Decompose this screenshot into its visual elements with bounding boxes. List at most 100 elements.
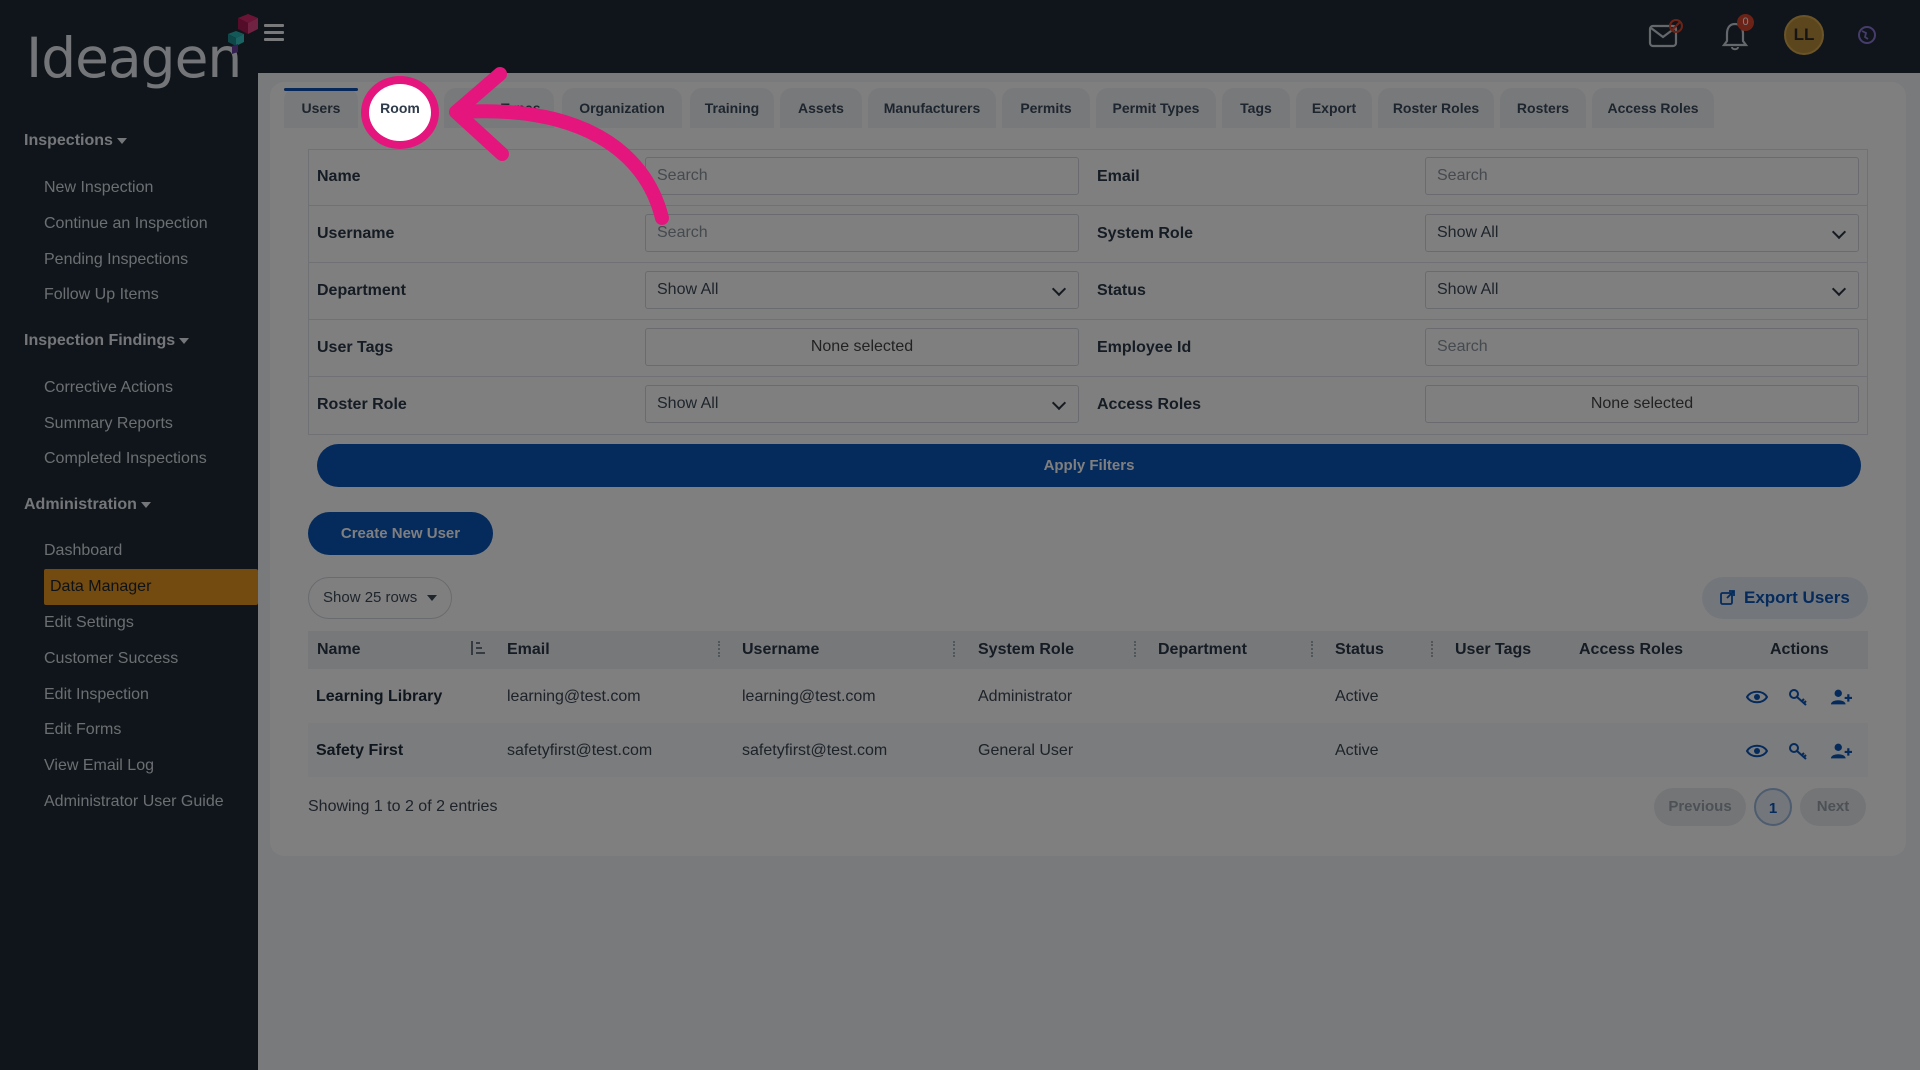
tab-training[interactable]: Training <box>690 88 774 128</box>
user-name-cell[interactable]: Learning Library <box>316 688 442 706</box>
table-info-text: Showing 1 to 2 of 2 entries <box>308 798 498 815</box>
nav-continue-inspection[interactable]: Continue an Inspection <box>44 215 208 233</box>
room-tab-highlighted-label[interactable]: Room <box>361 100 439 116</box>
chevron-down-icon <box>1051 281 1067 297</box>
next-page-button[interactable]: Next <box>1800 788 1866 826</box>
sort-icon[interactable] <box>953 641 956 657</box>
name-search-input[interactable]: Search <box>645 157 1079 195</box>
tab-permit-types[interactable]: Permit Types <box>1096 88 1216 128</box>
user-tags-filter-label: User Tags <box>317 339 394 356</box>
section-label: Inspection Findings <box>24 332 176 349</box>
sort-icon[interactable] <box>1311 641 1314 657</box>
section-inspection-findings[interactable]: Inspection Findings <box>24 332 190 350</box>
section-label: Inspections <box>24 132 113 149</box>
rows-per-page-select[interactable]: Show 25 rows <box>308 577 452 619</box>
mail-icon[interactable] <box>1648 18 1684 50</box>
user-email-cell: learning@test.com <box>507 688 641 705</box>
select-value: Show All <box>657 395 719 412</box>
sort-icon[interactable] <box>1431 641 1434 657</box>
column-header-username[interactable]: Username <box>742 631 819 669</box>
caret-down-icon <box>427 595 438 602</box>
nav-view-email-log[interactable]: View Email Log <box>44 757 154 775</box>
nav-pending-inspections[interactable]: Pending Inspections <box>44 251 188 269</box>
email-search-input[interactable]: Search <box>1425 157 1859 195</box>
globe-icon[interactable] <box>1856 24 1878 46</box>
nav-customer-success[interactable]: Customer Success <box>44 650 178 668</box>
sort-icon[interactable] <box>1134 641 1137 657</box>
select-value: Show All <box>1437 224 1499 241</box>
department-select[interactable]: Show All <box>645 271 1079 309</box>
previous-page-button[interactable]: Previous <box>1654 788 1746 826</box>
nav-edit-settings[interactable]: Edit Settings <box>44 614 134 632</box>
apply-filters-button[interactable]: Apply Filters <box>317 444 1861 487</box>
rows-select-label: Show 25 rows <box>323 589 418 606</box>
notification-badge: 0 <box>1737 14 1754 31</box>
user-plus-icon[interactable] <box>1830 742 1852 760</box>
hamburger-menu-icon[interactable] <box>264 24 284 42</box>
tab-export[interactable]: Export <box>1296 88 1372 128</box>
nav-admin-user-guide[interactable]: Administrator User Guide <box>44 793 224 811</box>
key-icon[interactable] <box>1788 688 1810 706</box>
tab-rosters[interactable]: Rosters <box>1500 88 1586 128</box>
tab-access-roles[interactable]: Access Roles <box>1592 88 1714 128</box>
column-header-status[interactable]: Status <box>1335 631 1384 669</box>
caret-down-icon <box>140 501 151 508</box>
tab-tags[interactable]: Tags <box>1222 88 1290 128</box>
nav-completed-inspections[interactable]: Completed Inspections <box>44 450 207 468</box>
external-link-icon <box>1720 590 1735 605</box>
export-users-button[interactable]: Export Users <box>1702 577 1868 619</box>
logo-cubes-icon <box>228 14 258 54</box>
chevron-down-icon <box>1831 281 1847 297</box>
email-filter-label: Email <box>1097 168 1140 185</box>
nav-new-inspection[interactable]: New Inspection <box>44 179 153 197</box>
create-new-user-button[interactable]: Create New User <box>308 512 493 555</box>
nav-dashboard[interactable]: Dashboard <box>44 542 122 560</box>
tab-roster-roles[interactable]: Roster Roles <box>1378 88 1494 128</box>
roster-role-filter-label: Roster Role <box>317 396 407 413</box>
tab-manufacturers[interactable]: Manufacturers <box>868 88 996 128</box>
pointer-arrow-icon <box>449 67 669 225</box>
key-icon[interactable] <box>1788 742 1810 760</box>
user-tags-multiselect[interactable]: None selected <box>645 328 1079 366</box>
status-select[interactable]: Show All <box>1425 271 1859 309</box>
employee-id-search-input[interactable]: Search <box>1425 328 1859 366</box>
select-value: Show All <box>657 281 719 298</box>
user-status-cell: Active <box>1335 688 1379 705</box>
ideagen-logo[interactable]: Ideagen <box>26 14 258 90</box>
caret-down-icon <box>116 137 127 144</box>
nav-corrective-actions[interactable]: Corrective Actions <box>44 379 173 397</box>
name-filter-label: Name <box>317 168 361 185</box>
system-role-select[interactable]: Show All <box>1425 214 1859 252</box>
page-1-button[interactable]: 1 <box>1754 788 1792 826</box>
tab-assets[interactable]: Assets <box>780 88 862 128</box>
username-search-input[interactable]: Search <box>645 214 1079 252</box>
select-value: Show All <box>1437 281 1499 298</box>
column-header-department[interactable]: Department <box>1158 631 1247 669</box>
view-eye-icon[interactable] <box>1746 688 1768 706</box>
employee-id-filter-label: Employee Id <box>1097 339 1192 356</box>
column-header-system-role[interactable]: System Role <box>978 631 1074 669</box>
nav-summary-reports[interactable]: Summary Reports <box>44 415 173 433</box>
nav-data-manager[interactable]: Data Manager <box>44 569 258 605</box>
avatar[interactable]: LL <box>1784 15 1824 55</box>
tab-permits[interactable]: Permits <box>1002 88 1090 128</box>
tab-users[interactable]: Users <box>284 88 358 128</box>
access-roles-multiselect[interactable]: None selected <box>1425 385 1859 423</box>
user-name-cell[interactable]: Safety First <box>316 742 403 760</box>
column-header-email[interactable]: Email <box>507 631 550 669</box>
sort-icon[interactable] <box>718 641 721 657</box>
access-roles-filter-label: Access Roles <box>1097 396 1202 413</box>
column-header-actions: Actions <box>1770 641 1829 658</box>
nav-edit-forms[interactable]: Edit Forms <box>44 721 121 739</box>
section-inspections[interactable]: Inspections <box>24 132 127 150</box>
nav-edit-inspection[interactable]: Edit Inspection <box>44 686 149 704</box>
section-administration[interactable]: Administration <box>24 496 151 514</box>
sort-ascending-icon[interactable] <box>468 639 486 657</box>
section-label: Administration <box>24 496 137 513</box>
column-header-name[interactable]: Name <box>317 631 361 669</box>
nav-follow-up-items[interactable]: Follow Up Items <box>44 286 159 304</box>
user-plus-icon[interactable] <box>1830 688 1852 706</box>
roster-role-select[interactable]: Show All <box>645 385 1079 423</box>
view-eye-icon[interactable] <box>1746 742 1768 760</box>
user-username-cell: safetyfirst@test.com <box>742 742 888 759</box>
